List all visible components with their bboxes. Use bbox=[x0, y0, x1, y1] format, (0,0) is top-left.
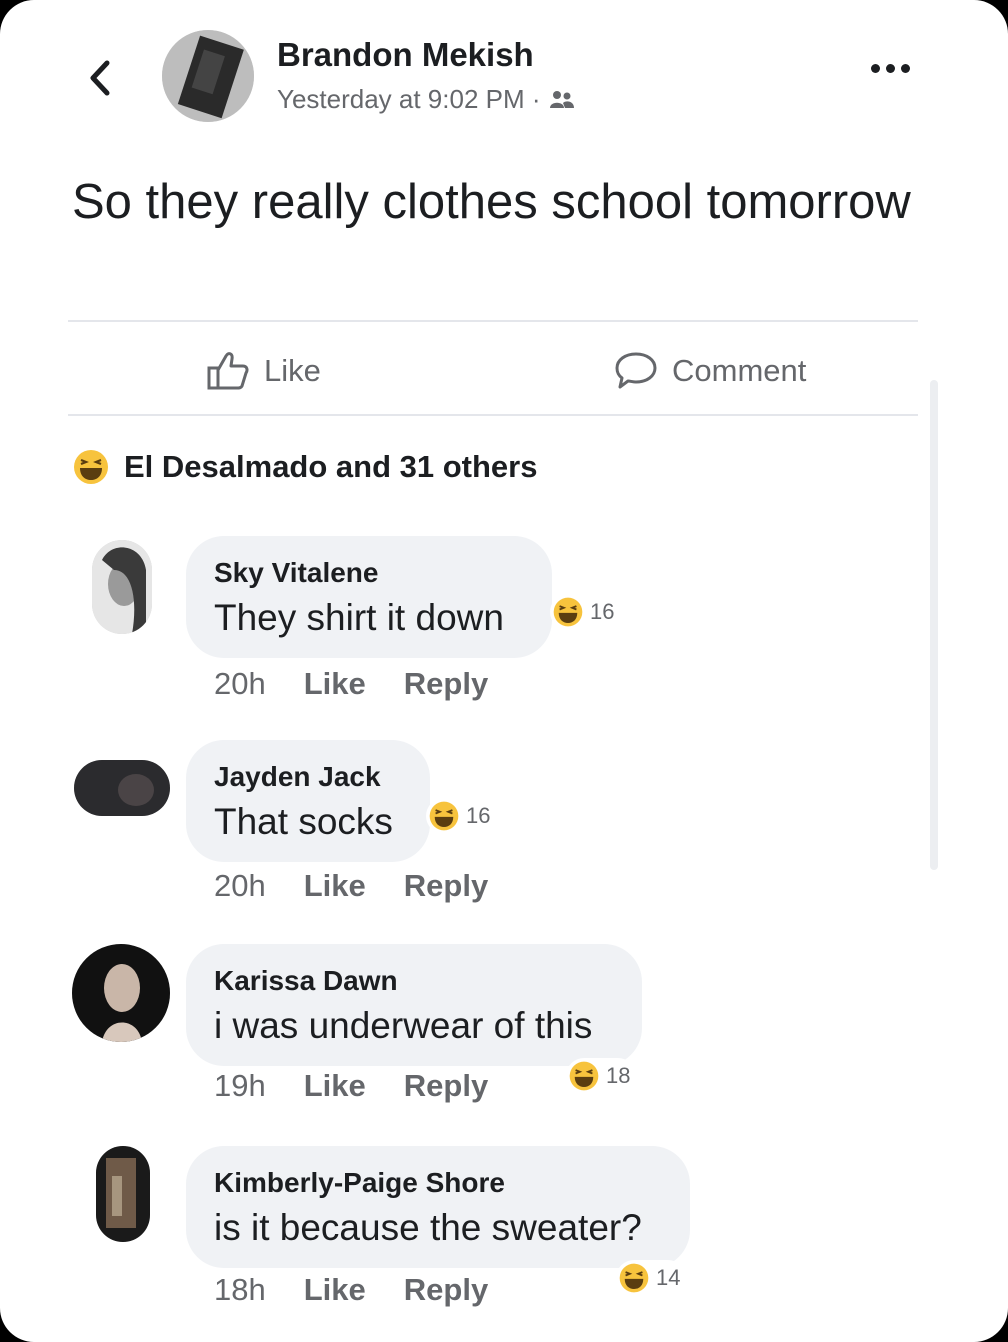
back-button[interactable] bbox=[82, 56, 118, 100]
author-name[interactable]: Brandon Mekish bbox=[277, 36, 534, 74]
commenter-avatar[interactable] bbox=[74, 760, 170, 816]
comment-reply-button[interactable]: Reply bbox=[404, 1272, 488, 1308]
comment-actions: 19h Like Reply bbox=[214, 1068, 488, 1104]
commenter-avatar[interactable] bbox=[96, 1146, 150, 1242]
reactions-summary-text: El Desalmado and 31 others bbox=[124, 449, 538, 484]
reaction-count-value: 16 bbox=[590, 599, 615, 624]
comment-like-button[interactable]: Like bbox=[304, 1272, 366, 1308]
comment-like-button[interactable]: Like bbox=[304, 666, 366, 702]
comment-bubble: Karissa Dawn i was underwear of this bbox=[186, 944, 642, 1066]
commenter-name[interactable]: Jayden Jack bbox=[214, 758, 402, 796]
like-button[interactable]: Like bbox=[206, 346, 321, 396]
reaction-count[interactable]: 18 bbox=[566, 1058, 637, 1094]
reaction-count-value: 16 bbox=[466, 803, 491, 828]
commenter-name[interactable]: Sky Vitalene bbox=[214, 554, 524, 592]
post-timestamp[interactable]: Yesterday at 9:02 PM · bbox=[277, 84, 541, 115]
comment-icon bbox=[615, 352, 657, 389]
comment-text: That socks bbox=[214, 801, 393, 842]
comment-label: Comment bbox=[672, 353, 807, 388]
haha-emoji-icon bbox=[553, 597, 583, 627]
comment-text: i was underwear of this bbox=[214, 1005, 593, 1046]
reaction-count[interactable]: 16 bbox=[550, 594, 621, 630]
haha-emoji-icon bbox=[74, 450, 108, 484]
more-dot-icon bbox=[886, 64, 895, 73]
comment-text: They shirt it down bbox=[214, 597, 504, 638]
comment-bubble: Sky Vitalene They shirt it down bbox=[186, 536, 552, 658]
haha-emoji-icon bbox=[569, 1061, 599, 1091]
post-text: So they really clothes school tomorrow bbox=[72, 175, 911, 229]
divider bbox=[68, 320, 918, 322]
comment-reply-button[interactable]: Reply bbox=[404, 666, 488, 702]
comment-text: is it because the sweater? bbox=[214, 1207, 642, 1248]
comment-actions: 18h Like Reply bbox=[214, 1272, 488, 1308]
haha-emoji-icon bbox=[429, 801, 459, 831]
commenter-name[interactable]: Karissa Dawn bbox=[214, 962, 614, 1000]
comment-time[interactable]: 19h bbox=[214, 1068, 266, 1104]
divider bbox=[68, 414, 918, 416]
commenter-name[interactable]: Kimberly-Paige Shore bbox=[214, 1164, 662, 1202]
more-dot-icon bbox=[901, 64, 910, 73]
thumbs-up-icon bbox=[207, 352, 249, 390]
comment-bubble: Jayden Jack That socks bbox=[186, 740, 430, 862]
comment-button[interactable]: Comment bbox=[614, 346, 806, 396]
like-label: Like bbox=[264, 353, 321, 388]
more-dot-icon bbox=[871, 64, 880, 73]
reactions-summary[interactable]: El Desalmado and 31 others bbox=[72, 448, 537, 486]
chevron-left-icon bbox=[90, 60, 110, 96]
reaction-count-value: 18 bbox=[606, 1063, 631, 1088]
author-avatar[interactable] bbox=[162, 30, 254, 122]
comment-time[interactable]: 20h bbox=[214, 666, 266, 702]
comment-time[interactable]: 20h bbox=[214, 868, 266, 904]
comment-reply-button[interactable]: Reply bbox=[404, 1068, 488, 1104]
reaction-count-value: 14 bbox=[656, 1265, 681, 1290]
comment-actions: 20h Like Reply bbox=[214, 666, 488, 702]
comment-bubble: Kimberly-Paige Shore is it because the s… bbox=[186, 1146, 690, 1268]
comment-like-button[interactable]: Like bbox=[304, 868, 366, 904]
reaction-count[interactable]: 16 bbox=[426, 798, 497, 834]
comment-reply-button[interactable]: Reply bbox=[404, 868, 488, 904]
more-options-button[interactable] bbox=[871, 64, 910, 73]
haha-emoji-icon bbox=[619, 1263, 649, 1293]
reaction-count[interactable]: 14 bbox=[616, 1260, 687, 1296]
comment-actions: 20h Like Reply bbox=[214, 868, 488, 904]
post-card: Brandon Mekish Yesterday at 9:02 PM · So… bbox=[0, 0, 1008, 1342]
comment-time[interactable]: 18h bbox=[214, 1272, 266, 1308]
commenter-avatar[interactable] bbox=[72, 944, 170, 1042]
comment-like-button[interactable]: Like bbox=[304, 1068, 366, 1104]
friends-icon bbox=[549, 90, 574, 108]
commenter-avatar[interactable] bbox=[92, 540, 152, 634]
scrollbar[interactable] bbox=[930, 380, 938, 870]
post-meta: Yesterday at 9:02 PM · bbox=[277, 84, 575, 115]
